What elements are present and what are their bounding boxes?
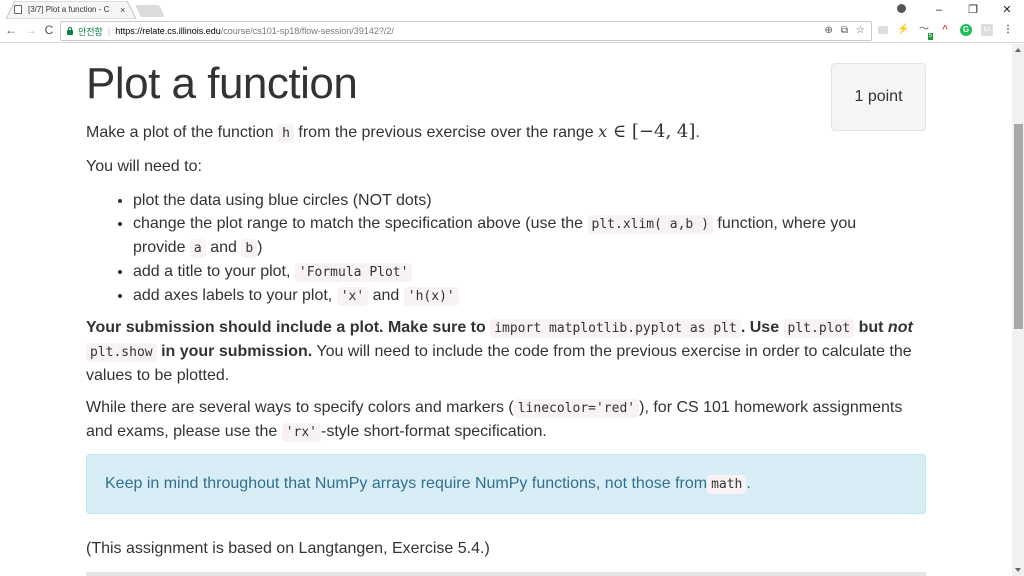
code-rx: 'rx' — [281, 423, 321, 442]
colors-text: -style short-format specification. — [321, 423, 547, 440]
code-hx-label: 'h(x)' — [403, 287, 459, 306]
list-item: plot the data using blue circles (NOT do… — [133, 189, 893, 212]
code-b: b — [241, 239, 258, 258]
url-host: https://relate.cs.illinois.edu — [115, 26, 221, 36]
secure-label: 안전함 — [78, 26, 103, 37]
lightning-extension-icon[interactable]: ⚡ — [897, 24, 909, 36]
lock-icon — [67, 26, 73, 35]
zoom-icon[interactable]: ⊕ — [825, 25, 833, 36]
close-window-button[interactable]: ✕ — [990, 3, 1024, 16]
list-item: add axes labels to your plot, 'x' and 'h… — [133, 284, 893, 308]
restore-button[interactable]: ❐ — [956, 3, 990, 16]
intro-paragraph: Make a plot of the function h from the p… — [86, 120, 926, 145]
scroll-thumb[interactable] — [1014, 124, 1023, 329]
need-to-text: You will need to: — [86, 158, 202, 175]
scroll-down-arrow-icon[interactable] — [1015, 568, 1021, 572]
forward-arrow-icon[interactable]: → — [24, 23, 38, 37]
bookmark-star-icon[interactable]: ☆ — [856, 25, 865, 36]
next-section-edge — [86, 572, 926, 576]
minimize-button[interactable]: – — [922, 4, 956, 16]
alert-text: Keep in mind throughout that NumPy array… — [105, 475, 708, 492]
code-xlim: plt.xlim( a,b ) — [587, 215, 713, 234]
submission-bold: but — [854, 319, 888, 336]
code-import: import matplotlib.pyplot as plt — [490, 319, 741, 338]
page-title: Plot a function — [86, 59, 358, 108]
intro-end: . — [695, 124, 700, 141]
code-plt-plot: plt.plot — [783, 319, 855, 338]
cast-extension-icon[interactable] — [878, 26, 888, 34]
reload-icon[interactable]: C — [42, 23, 56, 37]
omnibox-icons: ⊕ ⧉ ☆ — [825, 25, 866, 36]
separator: | — [107, 26, 111, 36]
alert-end: . — [746, 475, 751, 492]
list-item: add a title to your plot, 'Formula Plot' — [133, 260, 893, 284]
req-text: change the plot range to match the speci… — [133, 215, 588, 232]
code-title: 'Formula Plot' — [294, 263, 413, 282]
vertical-scrollbar[interactable] — [1012, 44, 1024, 576]
scroll-up-arrow-icon[interactable] — [1015, 48, 1021, 52]
colors-paragraph: While there are several ways to specify … — [86, 396, 926, 444]
code-a: a — [189, 239, 206, 258]
code-math: math — [707, 474, 747, 494]
page-icon — [14, 5, 22, 14]
info-alert: Keep in mind throughout that NumPy array… — [86, 454, 926, 514]
page-content: Plot a function 1 point Make a plot of t… — [0, 44, 1012, 576]
submission-bold: . Use — [740, 319, 784, 336]
pulse-extension-icon[interactable]: 〜 5 — [918, 24, 933, 40]
extensions-area: ⚡ 〜 5 ^ G EX ⋮ — [878, 24, 1014, 40]
translate-icon[interactable]: ⧉ — [841, 25, 848, 36]
submission-paragraph: Your submission should include a plot. M… — [86, 316, 926, 387]
browser-titlebar: [3/7] Plot a function - C × – ❐ ✕ — [0, 0, 1024, 19]
code-linecolor: linecolor='red' — [513, 399, 640, 418]
new-tab-button[interactable] — [135, 5, 165, 17]
code-plt-show: plt.show — [86, 343, 157, 362]
chart-extension-icon[interactable]: ^ — [939, 24, 951, 36]
math-variable: x — [598, 122, 608, 141]
browser-menu-icon[interactable]: ⋮ — [1002, 24, 1014, 36]
attribution-text: (This assignment is based on Langtangen,… — [86, 540, 490, 557]
browser-tab[interactable]: [3/7] Plot a function - C × — [14, 2, 125, 17]
submission-italic: not — [887, 319, 913, 336]
intro-text: Make a plot of the function — [86, 124, 279, 141]
req-text: and — [205, 239, 242, 256]
back-arrow-icon[interactable]: ← — [4, 23, 18, 37]
code-x-label: 'x' — [336, 287, 369, 306]
submission-bold: in your submission. — [156, 343, 313, 360]
browser-toolbar: ← → C 안전함 | https://relate.cs.illinois.e… — [0, 19, 1024, 43]
tab-close-icon[interactable]: × — [120, 5, 125, 15]
profile-icon — [896, 3, 906, 13]
req-text: add axes labels to your plot, — [133, 287, 337, 304]
req-text: add a title to your plot, — [133, 263, 295, 280]
grey-extension-icon[interactable]: EX — [981, 24, 993, 36]
submission-bold: Your submission should include a plot. M… — [86, 319, 491, 336]
intro-text-2: from the previous exercise over the rang… — [293, 124, 599, 141]
list-item: change the plot range to match the speci… — [133, 212, 893, 260]
req-text: plot the data using blue circles (NOT do… — [133, 192, 432, 209]
grammarly-icon[interactable]: G — [960, 24, 972, 36]
extension-badge: 5 — [927, 33, 933, 40]
profile-button[interactable] — [888, 3, 922, 16]
address-bar[interactable]: 안전함 | https://relate.cs.illinois.edu /co… — [60, 21, 872, 41]
req-text: and — [368, 287, 404, 304]
url-path: /course/cs101-sp18/flow-session/39142?/2… — [220, 26, 394, 36]
math-range: ∈ [−4, 4] — [607, 121, 696, 142]
req-text: ) — [257, 239, 263, 256]
code-h: h — [278, 124, 294, 143]
tab-title: [3/7] Plot a function - C — [28, 5, 110, 14]
colors-text: While there are several ways to specify … — [86, 399, 514, 416]
requirements-list: plot the data using blue circles (NOT do… — [133, 189, 893, 308]
window-controls: – ❐ ✕ — [888, 0, 1024, 19]
